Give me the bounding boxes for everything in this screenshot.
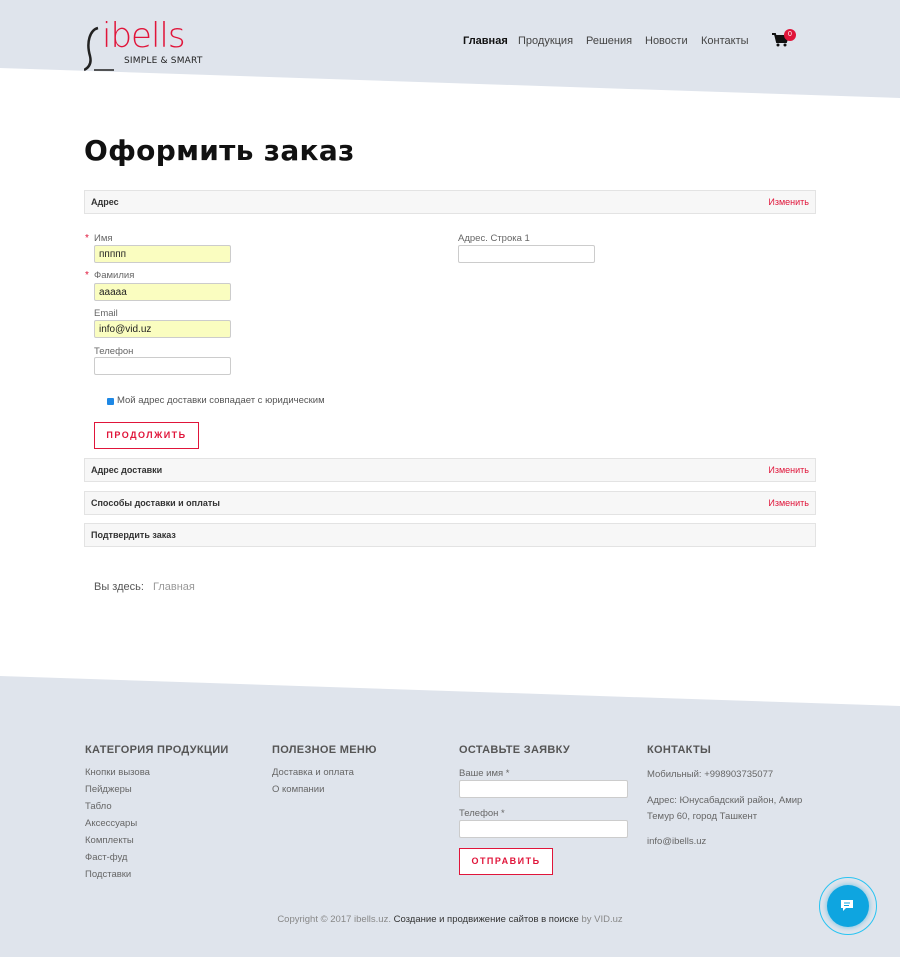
- copyright-link[interactable]: Создание и продвижение сайтов в поиске: [394, 914, 579, 925]
- contact-address-line1: Адрес: Юнусабадский район, Амир: [647, 795, 803, 806]
- contact-email[interactable]: info@ibells.uz: [647, 836, 706, 847]
- breadcrumb-home-link[interactable]: Главная: [153, 581, 195, 593]
- footer-categories-title: КАТЕГОРИЯ ПРОДУКЦИИ: [85, 744, 229, 756]
- copyright-suffix: by VID.uz: [581, 914, 623, 925]
- chat-icon: [841, 900, 853, 911]
- address-line1-input[interactable]: [458, 245, 595, 263]
- phone-label: Телефон: [94, 346, 134, 357]
- required-marker: *: [85, 270, 89, 281]
- footer-link-fast-food[interactable]: Фаст-фуд: [85, 852, 127, 863]
- step-address-change-link[interactable]: Изменить: [768, 197, 809, 207]
- step-confirm[interactable]: Подтвердить заказ: [84, 523, 816, 547]
- step-shipping-payment-change-link[interactable]: Изменить: [768, 498, 809, 508]
- required-marker: *: [85, 233, 89, 244]
- footer-request-title: ОСТАВЬТЕ ЗАЯВКУ: [459, 744, 571, 756]
- email-label: Email: [94, 308, 118, 319]
- continue-button[interactable]: ПРОДОЛЖИТЬ: [94, 422, 199, 449]
- chat-button[interactable]: [827, 885, 869, 927]
- copyright-prefix: Copyright © 2017 ibells.uz.: [277, 914, 391, 925]
- request-name-input[interactable]: [459, 780, 628, 798]
- step-shipping-payment-label: Способы доставки и оплаты: [91, 498, 220, 508]
- logo-text: ibells: [102, 16, 186, 56]
- last-name-input[interactable]: ааааа: [94, 283, 231, 301]
- same-address-label: Мой адрес доставки совпадает с юридическ…: [117, 395, 325, 406]
- footer-contacts-title: КОНТАКТЫ: [647, 744, 712, 756]
- step-address-label: Адрес: [91, 197, 119, 207]
- breadcrumb-prefix: Вы здесь:: [94, 581, 144, 593]
- footer-link-stands[interactable]: Подставки: [85, 869, 131, 880]
- step-shipping-payment[interactable]: Способы доставки и оплаты Изменить: [84, 491, 816, 515]
- logo-tagline: SIMPLE & SMART: [124, 56, 203, 66]
- copyright: Copyright © 2017 ibells.uz. Создание и п…: [0, 914, 900, 925]
- step-delivery-address[interactable]: Адрес доставки Изменить: [84, 458, 816, 482]
- site-logo[interactable]: ibells SIMPLE & SMART: [84, 16, 202, 72]
- request-phone-input[interactable]: [459, 820, 628, 838]
- page-title: Оформить заказ: [84, 134, 355, 167]
- step-delivery-address-change-link[interactable]: Изменить: [768, 465, 809, 475]
- nav-products[interactable]: Продукция: [518, 35, 573, 47]
- step-delivery-address-label: Адрес доставки: [91, 465, 163, 475]
- breadcrumb: Вы здесь: Главная: [94, 581, 195, 593]
- footer-link-accessories[interactable]: Аксессуары: [85, 818, 137, 829]
- cart-count-badge: 0: [784, 29, 796, 41]
- phone-input[interactable]: [94, 357, 231, 375]
- nav-news[interactable]: Новости: [645, 35, 688, 47]
- step-confirm-label: Подтвердить заказ: [91, 530, 176, 540]
- request-submit-button[interactable]: ОТПРАВИТЬ: [459, 848, 553, 875]
- footer-useful-title: ПОЛЕЗНОЕ МЕНЮ: [272, 744, 377, 756]
- footer-link-kits[interactable]: Комплекты: [85, 835, 134, 846]
- step-address[interactable]: Адрес Изменить: [84, 190, 816, 214]
- nav-contacts[interactable]: Контакты: [701, 35, 749, 47]
- address-line1-label: Адрес. Строка 1: [458, 233, 530, 244]
- request-phone-label: Телефон *: [459, 808, 505, 819]
- footer-link-displays[interactable]: Табло: [85, 801, 112, 812]
- contact-mobile: Мобильный: +998903735077: [647, 769, 774, 780]
- footer-link-about[interactable]: О компании: [272, 784, 324, 795]
- nav-home[interactable]: Главная: [463, 35, 508, 47]
- nav-solutions[interactable]: Решения: [586, 35, 632, 47]
- footer-link-delivery[interactable]: Доставка и оплата: [272, 767, 354, 778]
- request-name-label: Ваше имя *: [459, 768, 510, 779]
- footer-link-call-buttons[interactable]: Кнопки вызова: [85, 767, 150, 778]
- contact-address-line2: Темур 60, город Ташкент: [647, 811, 758, 822]
- footer-link-pagers[interactable]: Пейджеры: [85, 784, 132, 795]
- email-input[interactable]: info@vid.uz: [94, 320, 231, 338]
- first-name-input[interactable]: ппппп: [94, 245, 231, 263]
- same-address-checkbox[interactable]: [107, 398, 114, 405]
- last-name-label: Фамилия: [94, 270, 135, 281]
- first-name-label: Имя: [94, 233, 113, 244]
